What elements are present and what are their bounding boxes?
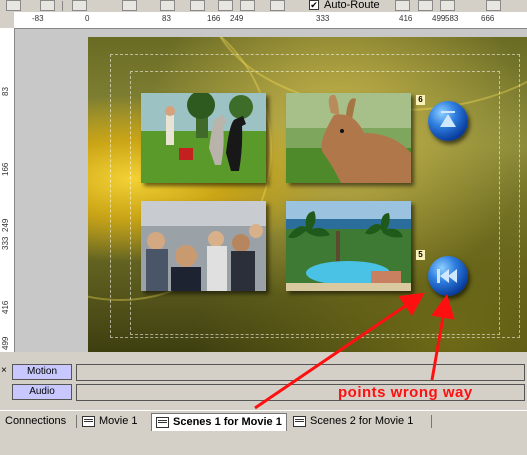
fit-icon[interactable] (40, 0, 55, 11)
tab-label: Scenes 1 for Movie 1 (173, 416, 282, 428)
auto-route-checkbox[interactable]: ✔ (309, 0, 319, 10)
route-icon[interactable] (72, 0, 87, 11)
v-ruler-tick: 333 (1, 236, 10, 250)
scene-thumbnail-4[interactable]: 4 (286, 201, 411, 291)
v-ruler-tick: 83 (1, 87, 10, 96)
tab-label: Movie 1 (99, 415, 138, 427)
h-ruler-tick: 0 (85, 14, 90, 23)
scenes-doc-icon (156, 416, 169, 428)
h-ruler-tick: 583 (445, 14, 459, 23)
vertical-ruler: 83 166 249 333 416 499 (0, 28, 15, 352)
align-icon[interactable] (6, 0, 21, 11)
auto-route-label: Auto-Route (324, 0, 380, 11)
scene-thumbnail-1[interactable]: 1 (141, 93, 266, 183)
rewind-icon (437, 269, 457, 283)
nav-button-up[interactable]: 6 (416, 95, 468, 141)
height-icon[interactable] (486, 0, 501, 11)
h-ruler-tick: 416 (399, 14, 413, 23)
motion-track[interactable] (76, 364, 525, 381)
grid-icon[interactable] (240, 0, 255, 11)
spacing-icon[interactable] (418, 0, 433, 11)
width-icon[interactable] (440, 0, 455, 11)
h-ruler-tick: 666 (481, 14, 495, 23)
scene-thumbnail-2[interactable]: 2 (286, 93, 411, 183)
button-number: 6 (416, 95, 425, 105)
color-dropdown-icon[interactable] (270, 0, 285, 11)
audio-track-label[interactable]: Audio (12, 384, 72, 400)
snap-icon[interactable] (218, 0, 233, 11)
v-ruler-tick: 249 (1, 218, 10, 232)
v-ruler-tick: 416 (1, 300, 10, 314)
kangaroo-image (286, 93, 411, 183)
h-ruler-tick: 166 (207, 14, 221, 23)
tab-separator (76, 415, 77, 428)
h-ruler-tick: 333 (316, 14, 330, 23)
scenes-doc-icon (293, 415, 306, 427)
group-icon[interactable] (190, 0, 205, 11)
motion-track-label[interactable]: Motion (12, 364, 72, 380)
scene-thumbnail-3[interactable]: 3 (141, 201, 266, 291)
annotation-text: points wrong way (338, 384, 473, 401)
up-arrow-icon (440, 111, 456, 127)
crowd-image (141, 201, 266, 291)
pin-icon[interactable] (395, 0, 410, 11)
h-ruler-tick: 499 (432, 14, 446, 23)
tab-label: Scenes 2 for Movie 1 (310, 415, 414, 427)
toolbar-separator (62, 1, 63, 11)
ruler-corner (0, 12, 14, 28)
v-ruler-tick: 166 (1, 162, 10, 176)
tab-movie-1[interactable]: Movie 1 (82, 413, 138, 430)
distribute-icon[interactable] (122, 0, 137, 11)
resort-pool-image (286, 201, 411, 291)
toolbar: ✔ Auto-Route (0, 0, 527, 12)
h-ruler-tick: -83 (32, 14, 44, 23)
document-tabs: Connections Movie 1 Scenes 1 for Movie 1… (0, 410, 527, 433)
nav-button-rewind[interactable]: 5 (416, 250, 468, 296)
v-ruler-tick: 499 (1, 336, 10, 350)
workspace: 1 2 (15, 29, 527, 352)
close-timeline-icon[interactable]: × (1, 365, 7, 376)
tab-scenes-2[interactable]: Scenes 2 for Movie 1 (293, 413, 413, 430)
order-icon[interactable] (160, 0, 175, 11)
h-ruler-tick: 249 (230, 14, 244, 23)
tab-connections[interactable]: Connections (5, 413, 66, 430)
h-ruler-tick: 83 (162, 14, 171, 23)
llamas-image (141, 93, 266, 183)
menu-canvas[interactable]: 1 2 (88, 37, 527, 352)
movie-doc-icon (82, 415, 95, 427)
button-number: 5 (416, 250, 425, 260)
tab-separator (431, 415, 432, 428)
tab-scenes-1[interactable]: Scenes 1 for Movie 1 (151, 413, 287, 431)
horizontal-ruler: -83 0 83 166 249 333 416 499 583 666 (14, 12, 527, 29)
